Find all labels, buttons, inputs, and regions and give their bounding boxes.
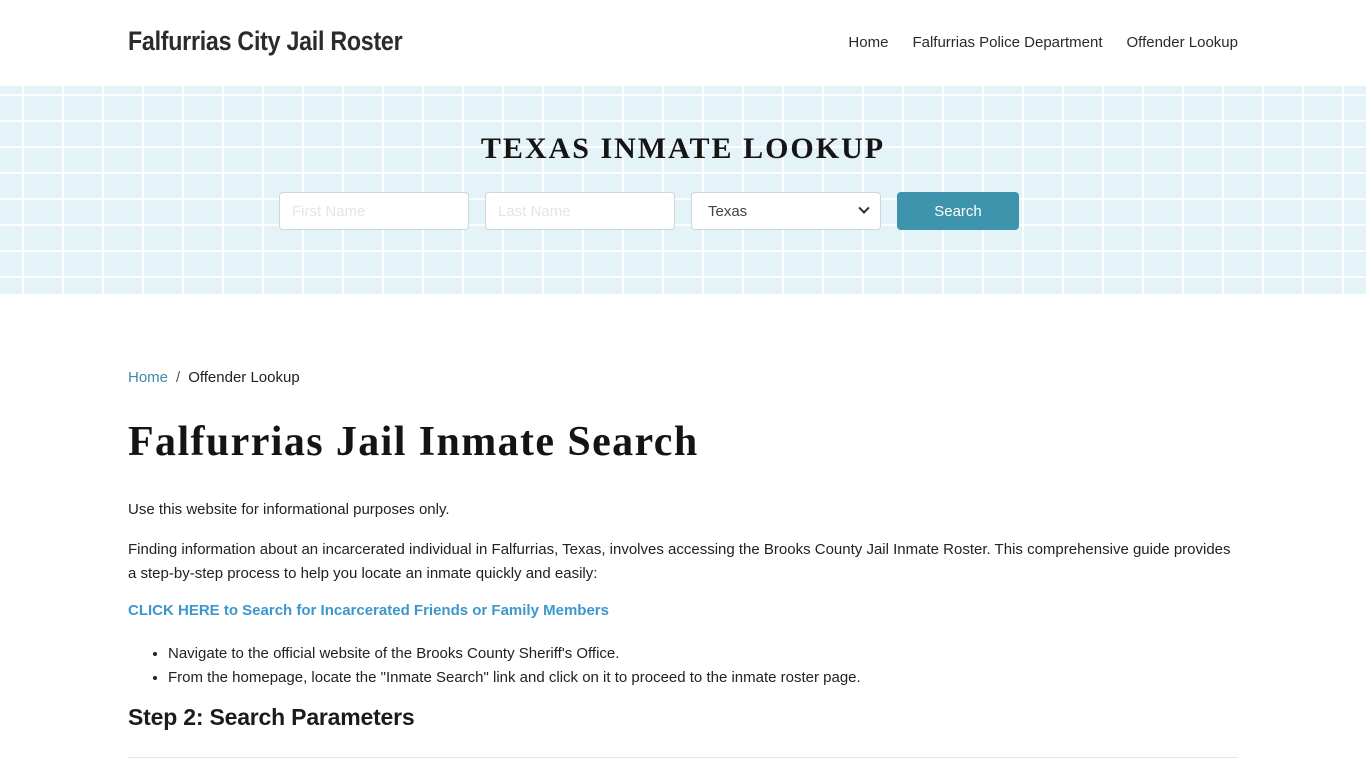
hero-title: TEXAS INMATE LOOKUP — [480, 132, 886, 165]
breadcrumb-current: Offender Lookup — [188, 369, 300, 386]
site-header: Falfurrias City Jail Roster Home Falfurr… — [0, 0, 1366, 86]
steps-list: Navigate to the official website of the … — [168, 642, 861, 690]
list-item: From the homepage, locate the "Inmate Se… — [168, 666, 861, 690]
first-name-input[interactable] — [279, 192, 469, 230]
search-button[interactable]: Search — [897, 192, 1019, 230]
search-inmates-cta-link[interactable]: CLICK HERE to Search for Incarcerated Fr… — [128, 602, 609, 619]
chevron-down-icon — [858, 202, 870, 214]
nav-home[interactable]: Home — [848, 34, 888, 51]
list-item: Navigate to the official website of the … — [168, 642, 861, 666]
inmate-search-form: Texas Search — [279, 192, 1019, 230]
hero-search-banner: TEXAS INMATE LOOKUP Texas Search — [0, 86, 1366, 294]
page-title: Falfurrias Jail Inmate Search — [128, 419, 699, 465]
disclaimer-paragraph: Use this website for informational purpo… — [128, 501, 450, 518]
last-name-input[interactable] — [485, 192, 675, 230]
breadcrumb-separator: / — [176, 369, 181, 386]
state-select-value: Texas — [708, 202, 748, 220]
section-divider — [128, 757, 1238, 758]
site-title[interactable]: Falfurrias City Jail Roster — [128, 26, 403, 57]
main-nav: Home Falfurrias Police Department Offend… — [848, 34, 1238, 51]
state-select[interactable]: Texas — [691, 192, 881, 230]
breadcrumb: Home / Offender Lookup — [128, 369, 300, 386]
nav-offender-lookup[interactable]: Offender Lookup — [1127, 34, 1238, 51]
nav-police-department[interactable]: Falfurrias Police Department — [912, 34, 1102, 51]
breadcrumb-home[interactable]: Home — [128, 369, 168, 386]
step-2-heading: Step 2: Search Parameters — [128, 704, 415, 730]
intro-paragraph: Finding information about an incarcerate… — [128, 541, 1231, 582]
